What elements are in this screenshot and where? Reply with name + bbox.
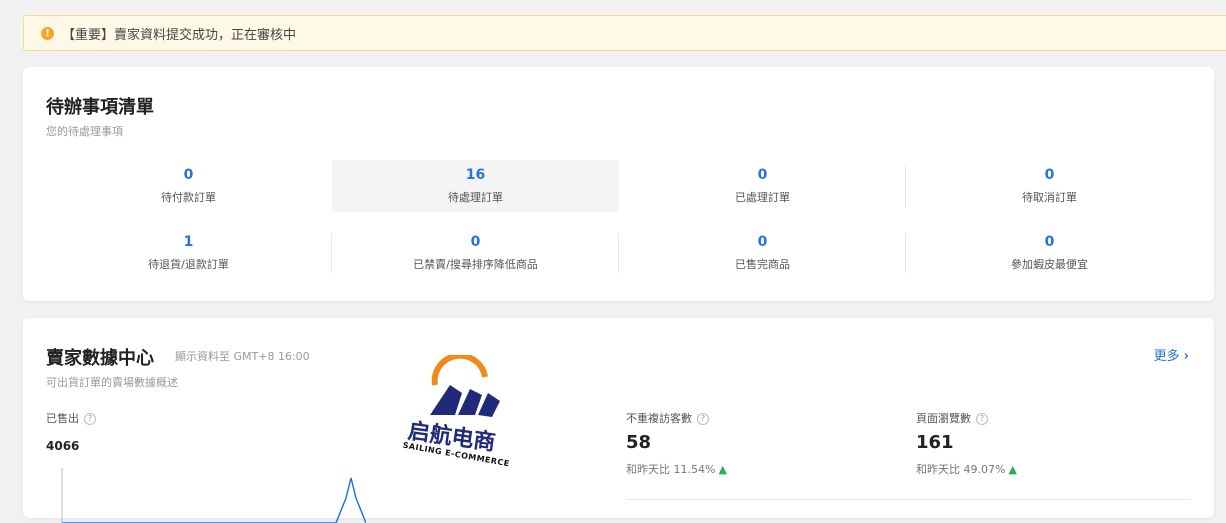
- todo-label: 已禁賣/搜尋排序降低商品: [413, 258, 538, 271]
- todo-subtitle: 您的待處理事項: [46, 125, 123, 138]
- todo-item-banned-products[interactable]: 0 已禁賣/搜尋排序降低商品: [332, 227, 619, 279]
- notice-text: 【重要】賣家資料提交成功，正在審核中: [62, 27, 297, 43]
- todo-title: 待辦事項清單: [46, 97, 154, 118]
- help-icon[interactable]: ?: [84, 413, 96, 425]
- todo-item-return-refund[interactable]: 1 待退貨/退款訂單: [45, 227, 332, 279]
- todo-label: 已處理訂單: [735, 191, 790, 204]
- divider: [618, 233, 619, 273]
- sold-chart: [61, 468, 366, 523]
- pageviews-value: 161: [916, 432, 954, 453]
- todo-item-pending-payment[interactable]: 0 待付款訂單: [45, 160, 332, 212]
- visitors-compare-text: 和昨天比 11.54%: [626, 463, 716, 476]
- todo-label: 待付款訂單: [161, 191, 216, 204]
- data-center-subtitle: 可出貨訂單的賣場數據概述: [46, 376, 178, 389]
- todo-label: 待退貨/退款訂單: [148, 258, 229, 271]
- todo-count: 0: [1044, 167, 1055, 183]
- todo-count: 16: [465, 167, 486, 183]
- help-icon[interactable]: ?: [697, 413, 709, 425]
- arrow-up-icon: ▲: [718, 463, 727, 476]
- visitors-compare: 和昨天比 11.54% ▲: [626, 461, 727, 477]
- todo-count: 0: [183, 167, 194, 183]
- chevron-right-icon: ›: [1183, 349, 1189, 364]
- pageviews-metric-label: 頁面瀏覽數?: [916, 410, 988, 426]
- todo-item-sold-out[interactable]: 0 已售完商品: [619, 227, 906, 279]
- chart-line: [62, 477, 366, 523]
- todo-item-pending-cancel[interactable]: 0 待取消訂單: [906, 160, 1193, 212]
- pageviews-compare: 和昨天比 49.07% ▲: [916, 461, 1017, 477]
- pageviews-compare-text: 和昨天比 49.07%: [916, 463, 1006, 476]
- todo-label: 參加蝦皮最便宜: [1011, 258, 1088, 271]
- sold-metric-label: 已售出?: [46, 410, 96, 426]
- exclamation-icon: !: [41, 26, 54, 40]
- sailing-ecommerce-logo: 启航电商 SAILING E-COMMERCE: [400, 355, 520, 485]
- todo-label: 待處理訂單: [448, 191, 503, 204]
- notice-banner: ! 【重要】賣家資料提交成功，正在審核中: [23, 15, 1226, 51]
- todo-item-lowest-price[interactable]: 0 參加蝦皮最便宜: [906, 227, 1193, 279]
- sold-value: 4066: [46, 439, 80, 453]
- todo-card: 待辦事項清單 您的待處理事項 0 待付款訂單 16 待處理訂單 0 已處理訂單 …: [23, 67, 1214, 301]
- todo-label: 待取消訂單: [1022, 191, 1077, 204]
- visitors-metric-label: 不重複訪客數?: [626, 410, 709, 426]
- divider: [905, 233, 906, 273]
- more-link-label: 更多: [1153, 349, 1180, 364]
- todo-count: 0: [470, 234, 481, 250]
- data-center-title: 賣家數據中心: [46, 348, 154, 369]
- todo-count: 1: [183, 234, 194, 250]
- todo-label: 已售完商品: [735, 258, 790, 271]
- help-icon[interactable]: ?: [976, 413, 988, 425]
- divider: [626, 499, 1191, 500]
- data-center-card: 賣家數據中心 顯示資料至 GMT+8 16:00 可出貨訂單的賣場數據概述 更多…: [23, 318, 1214, 523]
- visitors-value: 58: [626, 432, 652, 453]
- arrow-up-icon: ▲: [1008, 463, 1017, 476]
- divider: [331, 233, 332, 273]
- todo-count: 0: [757, 234, 768, 250]
- todo-item-to-process[interactable]: 16 待處理訂單: [332, 160, 619, 212]
- data-time-note: 顯示資料至 GMT+8 16:00: [175, 350, 310, 363]
- divider: [905, 166, 906, 208]
- more-link[interactable]: 更多 ›: [1154, 345, 1189, 364]
- sold-label: 已售出: [46, 412, 79, 425]
- pageviews-label: 頁面瀏覽數: [916, 412, 971, 425]
- todo-count: 0: [1044, 234, 1055, 250]
- visitors-label: 不重複訪客數: [626, 412, 692, 425]
- todo-count: 0: [757, 167, 768, 183]
- todo-item-processed[interactable]: 0 已處理訂單: [619, 160, 906, 212]
